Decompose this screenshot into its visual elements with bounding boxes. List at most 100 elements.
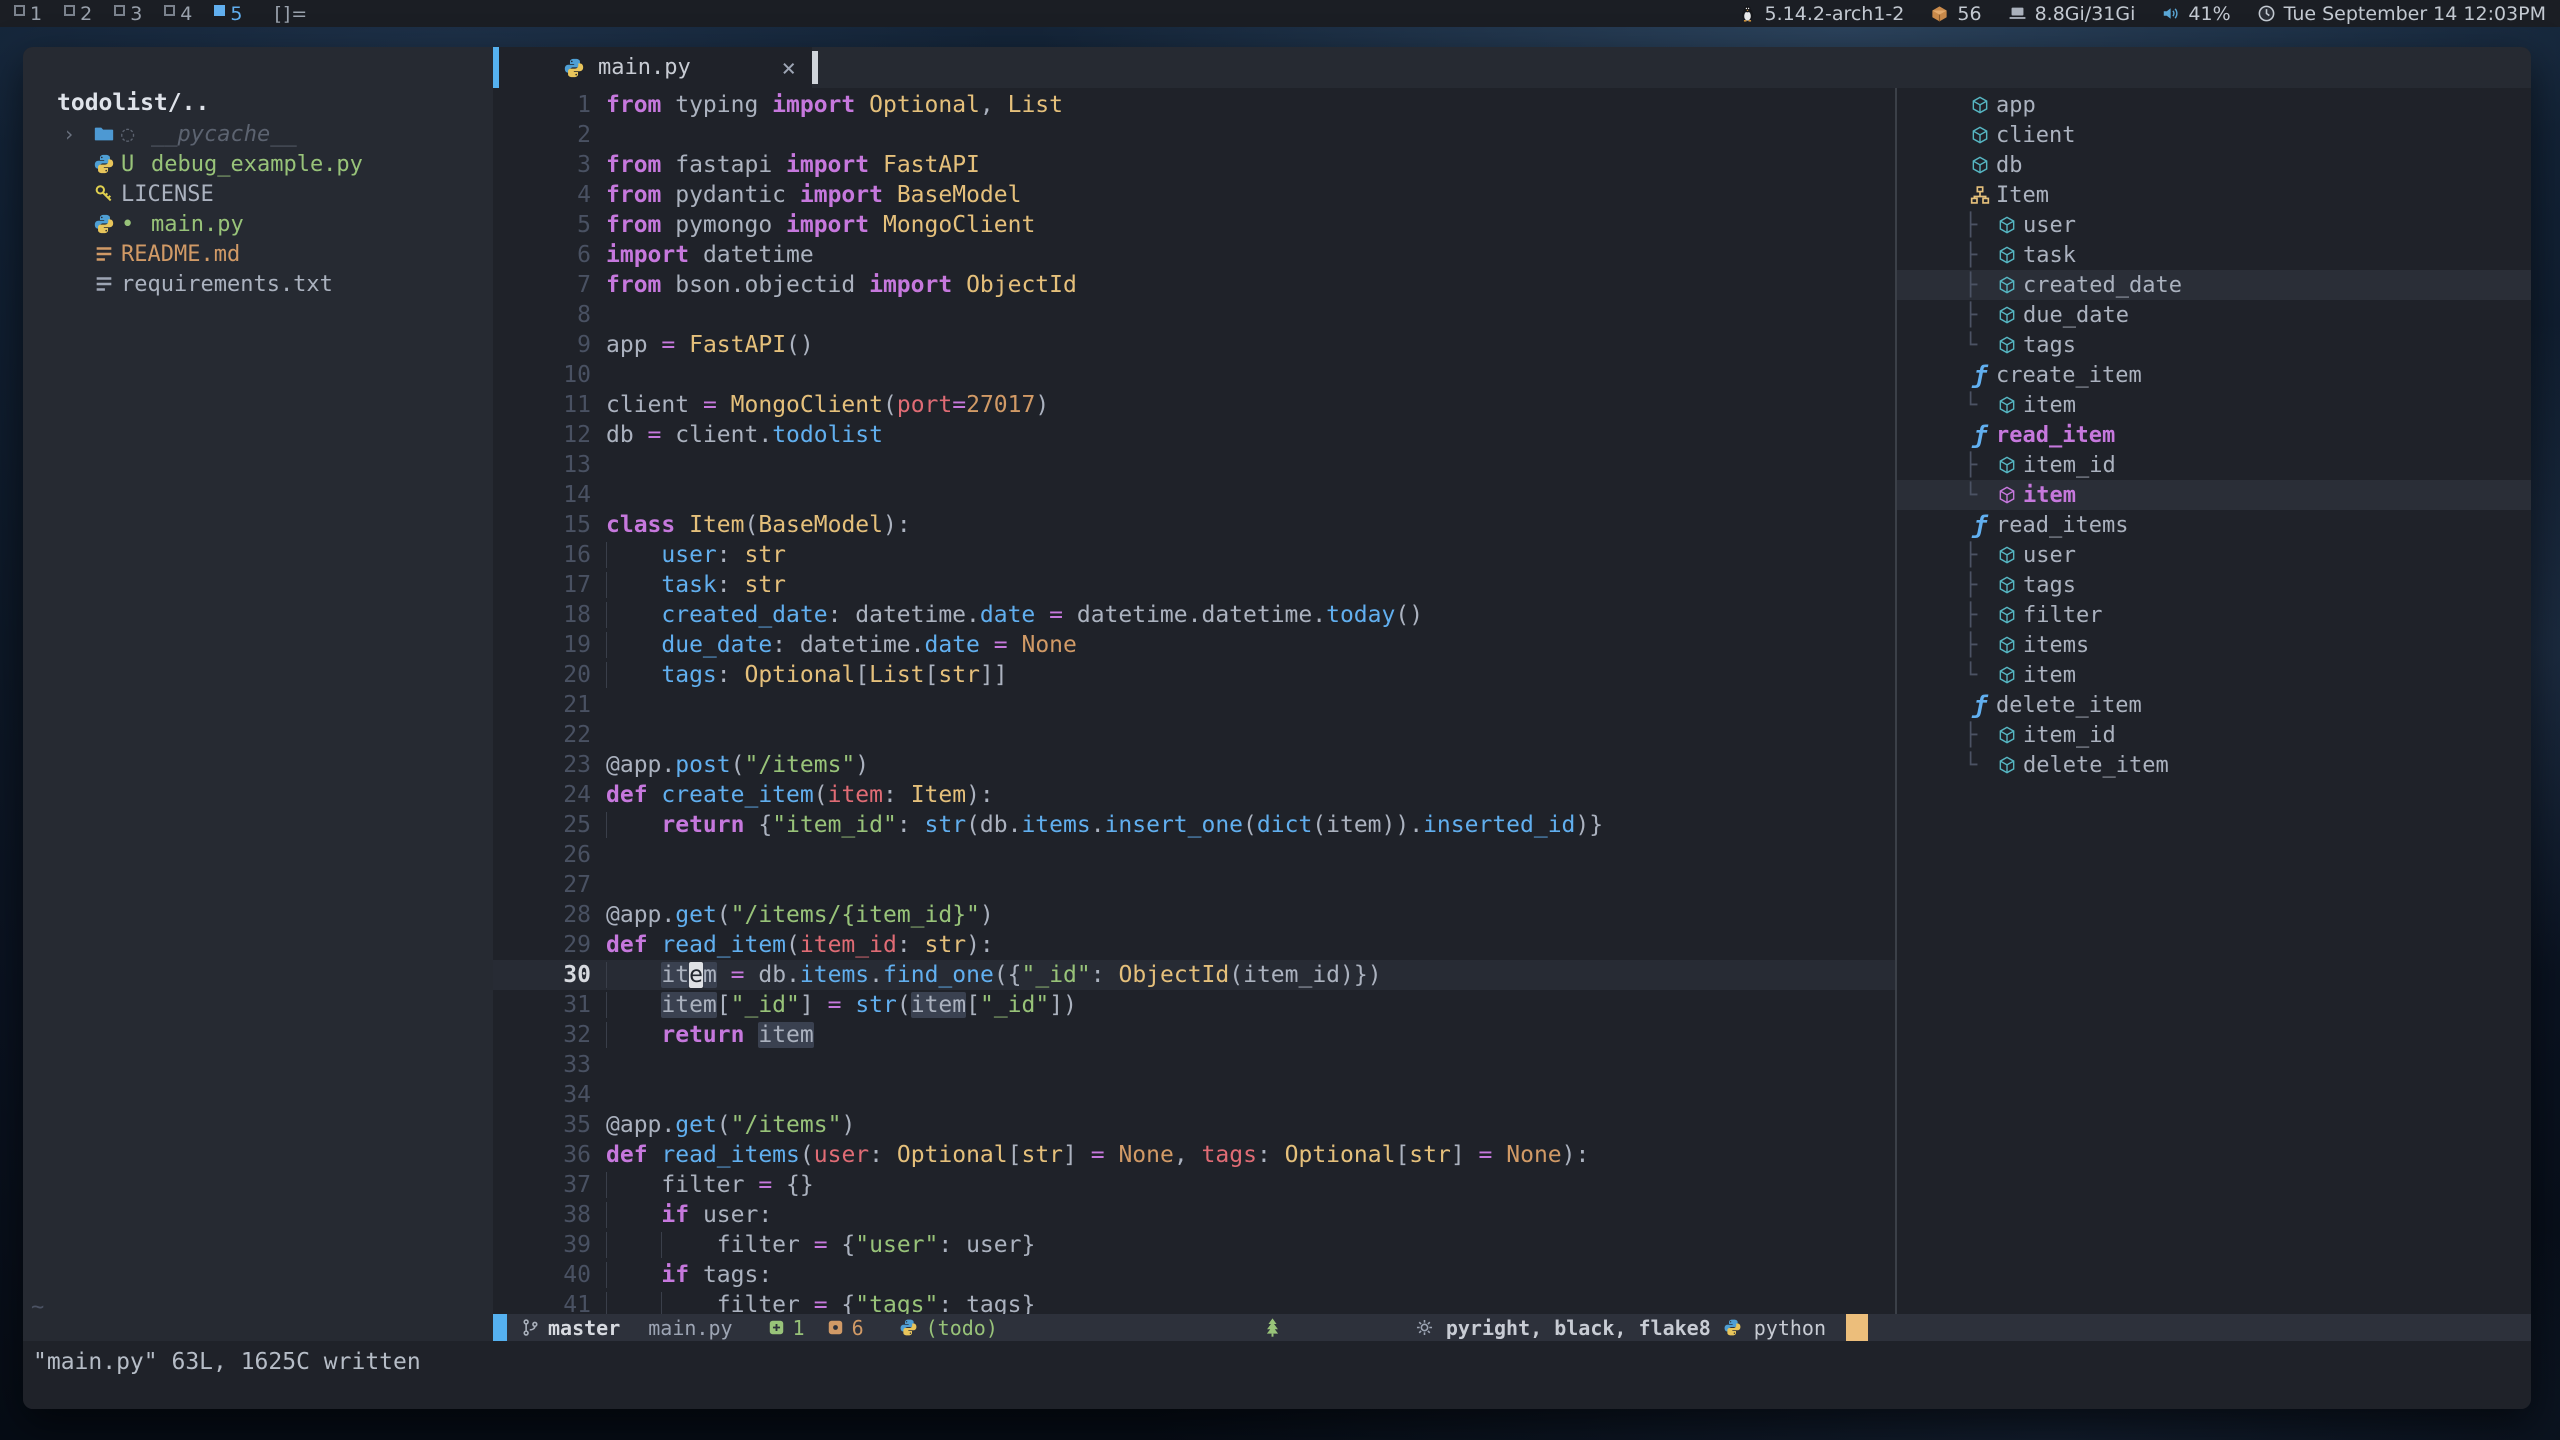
outline-item-Item[interactable]: Item xyxy=(1897,180,2531,210)
outline-item-delete_item[interactable]: ƒdelete_item xyxy=(1897,690,2531,720)
code-line-39[interactable]: 39 filter = {"user": user} xyxy=(493,1230,1895,1260)
code-line-26[interactable]: 26 xyxy=(493,840,1895,870)
code-line-4[interactable]: 4from pydantic import BaseModel xyxy=(493,180,1895,210)
code-line-7[interactable]: 7from bson.objectid import ObjectId xyxy=(493,270,1895,300)
code-line-3[interactable]: 3from fastapi import FastAPI xyxy=(493,150,1895,180)
outline-item-filter[interactable]: ├filter xyxy=(1897,600,2531,630)
variable-cube-icon xyxy=(1991,455,2023,475)
outline-item-read_item[interactable]: ƒread_item xyxy=(1897,420,2531,450)
file-tree-root[interactable]: todolist/.. xyxy=(23,87,493,119)
workspace-label: 2 xyxy=(80,3,92,25)
outline-item-tags[interactable]: └tags xyxy=(1897,330,2531,360)
variable-cube-icon xyxy=(1991,575,2023,595)
line-number: 32 xyxy=(493,1020,606,1050)
workspace-button-4[interactable]: 4 xyxy=(164,3,192,25)
code-line-22[interactable]: 22 xyxy=(493,720,1895,750)
outline-item-created_date[interactable]: ├created_date xyxy=(1897,270,2531,300)
code-line-30[interactable]: 30 item = db.items.find_one({"_id": Obje… xyxy=(493,960,1895,990)
git-status-badge: • xyxy=(121,212,151,237)
outline-item-item_id[interactable]: ├item_id xyxy=(1897,720,2531,750)
workspace-button-3[interactable]: 3 xyxy=(114,3,142,25)
code-editor[interactable]: 1from typing import Optional, List23from… xyxy=(493,88,1895,1314)
code-line-11[interactable]: 11client = MongoClient(port=27017) xyxy=(493,390,1895,420)
file-tree-item-main-py[interactable]: •main.py xyxy=(23,209,493,239)
line-number: 37 xyxy=(493,1170,606,1200)
code-line-14[interactable]: 14 xyxy=(493,480,1895,510)
code-line-32[interactable]: 32 return item xyxy=(493,1020,1895,1050)
outline-item-user[interactable]: ├user xyxy=(1897,210,2531,240)
outline-item-tags[interactable]: ├tags xyxy=(1897,570,2531,600)
code-line-20[interactable]: 20 tags: Optional[List[str]] xyxy=(493,660,1895,690)
symbols-outline-panel[interactable]: appclientdbItem├user├task├created_date├d… xyxy=(1897,88,2531,1314)
python-lang-icon xyxy=(1723,1318,1742,1337)
code-line-21[interactable]: 21 xyxy=(493,690,1895,720)
line-number: 4 xyxy=(493,180,606,210)
code-line-1[interactable]: 1from typing import Optional, List xyxy=(493,90,1895,120)
code-line-34[interactable]: 34 xyxy=(493,1080,1895,1110)
code-line-2[interactable]: 2 xyxy=(493,120,1895,150)
workspace-button-2[interactable]: 2 xyxy=(64,3,92,25)
code-line-24[interactable]: 24def create_item(item: Item): xyxy=(493,780,1895,810)
code-line-25[interactable]: 25 return {"item_id": str(db.items.inser… xyxy=(493,810,1895,840)
outline-label: user xyxy=(2023,543,2076,568)
workspace-button-5[interactable]: 5 xyxy=(214,3,242,25)
code-line-36[interactable]: 36def read_items(user: Optional[str] = N… xyxy=(493,1140,1895,1170)
code-line-37[interactable]: 37 filter = {} xyxy=(493,1170,1895,1200)
workspace-label: 5 xyxy=(230,3,242,25)
outline-item-due_date[interactable]: ├due_date xyxy=(1897,300,2531,330)
code-line-9[interactable]: 9app = FastAPI() xyxy=(493,330,1895,360)
virtualenv-label: (todo) xyxy=(926,1316,998,1340)
close-icon[interactable]: × xyxy=(782,54,796,82)
code-line-33[interactable]: 33 xyxy=(493,1050,1895,1080)
outline-item-app[interactable]: app xyxy=(1897,90,2531,120)
outline-item-items[interactable]: ├items xyxy=(1897,630,2531,660)
code-line-27[interactable]: 27 xyxy=(493,870,1895,900)
code-line-15[interactable]: 15class Item(BaseModel): xyxy=(493,510,1895,540)
file-tree-item-readme-md[interactable]: README.md xyxy=(23,239,493,269)
outline-item-item[interactable]: └item xyxy=(1897,390,2531,420)
line-number: 3 xyxy=(493,150,606,180)
code-line-18[interactable]: 18 created_date: datetime.date = datetim… xyxy=(493,600,1895,630)
line-number: 33 xyxy=(493,1050,606,1080)
code-line-23[interactable]: 23@app.post("/items") xyxy=(493,750,1895,780)
code-line-35[interactable]: 35@app.get("/items") xyxy=(493,1110,1895,1140)
workspace-button-1[interactable]: 1 xyxy=(14,3,42,25)
outline-item-item_id[interactable]: ├item_id xyxy=(1897,450,2531,480)
code-line-6[interactable]: 6import datetime xyxy=(493,240,1895,270)
code-line-17[interactable]: 17 task: str xyxy=(493,570,1895,600)
code-line-13[interactable]: 13 xyxy=(493,450,1895,480)
outline-item-item[interactable]: └item xyxy=(1897,660,2531,690)
code-line-16[interactable]: 16 user: str xyxy=(493,540,1895,570)
file-name: debug_example.py xyxy=(151,152,363,177)
code-line-5[interactable]: 5from pymongo import MongoClient xyxy=(493,210,1895,240)
code-line-28[interactable]: 28@app.get("/items/{item_id}") xyxy=(493,900,1895,930)
file-tree-item-requirements-txt[interactable]: requirements.txt xyxy=(23,269,493,299)
code-line-31[interactable]: 31 item["_id"] = str(item["_id"]) xyxy=(493,990,1895,1020)
file-tree-item--pycache-[interactable]: ›◌__pycache__ xyxy=(23,119,493,149)
code-line-12[interactable]: 12db = client.todolist xyxy=(493,420,1895,450)
file-tree-item-license[interactable]: LICENSE xyxy=(23,179,493,209)
outline-item-client[interactable]: client xyxy=(1897,120,2531,150)
code-text: from bson.objectid import ObjectId xyxy=(606,270,1077,300)
file-tree-panel[interactable]: todolist/.. ›◌__pycache__Udebug_example.… xyxy=(23,47,493,1341)
outline-item-delete_item[interactable]: └delete_item xyxy=(1897,750,2531,780)
outline-item-user[interactable]: ├user xyxy=(1897,540,2531,570)
code-line-19[interactable]: 19 due_date: datetime.date = None xyxy=(493,630,1895,660)
outline-item-task[interactable]: ├task xyxy=(1897,240,2531,270)
outline-item-create_item[interactable]: ƒcreate_item xyxy=(1897,360,2531,390)
line-number: 21 xyxy=(493,690,606,720)
code-line-29[interactable]: 29def read_item(item_id: str): xyxy=(493,930,1895,960)
code-line-10[interactable]: 10 xyxy=(493,360,1895,390)
outline-item-db[interactable]: db xyxy=(1897,150,2531,180)
variable-cube-icon xyxy=(1991,725,2023,745)
code-line-40[interactable]: 40 if tags: xyxy=(493,1260,1895,1290)
outline-label: tags xyxy=(2023,333,2076,358)
outline-item-item[interactable]: └item xyxy=(1897,480,2531,510)
line-number: 29 xyxy=(493,930,606,960)
tab-main-py[interactable]: main.py × xyxy=(493,47,812,88)
editor-window: todolist/.. ›◌__pycache__Udebug_example.… xyxy=(23,47,2531,1409)
outline-item-read_items[interactable]: ƒread_items xyxy=(1897,510,2531,540)
code-line-8[interactable]: 8 xyxy=(493,300,1895,330)
code-line-38[interactable]: 38 if user: xyxy=(493,1200,1895,1230)
file-tree-item-debug-example-py[interactable]: Udebug_example.py xyxy=(23,149,493,179)
